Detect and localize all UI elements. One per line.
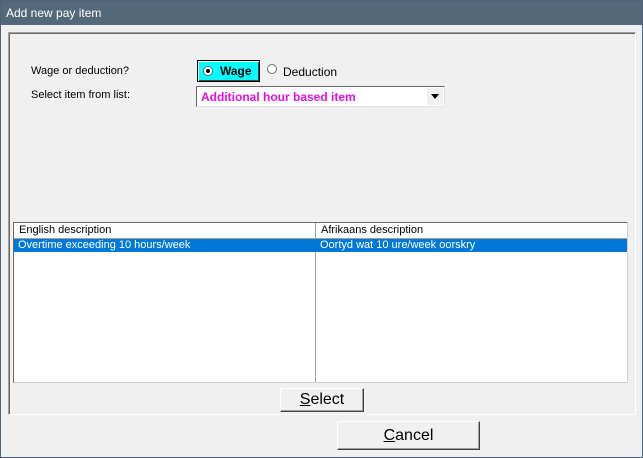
dropdown-button[interactable] <box>427 88 443 105</box>
select-label-rest: elect <box>310 391 345 408</box>
english-description-cell: Overtime exceeding 10 hours/week <box>18 239 191 251</box>
radio-checked-icon <box>203 66 213 76</box>
chevron-down-icon <box>431 94 439 99</box>
radio-unchecked-icon <box>267 64 277 74</box>
column-header-english[interactable]: English description <box>14 223 315 238</box>
list-header: English description Afrikaans descriptio… <box>14 223 627 239</box>
pay-item-selected-value: Additional hour based item <box>201 90 356 104</box>
wage-radio-label: Wage <box>220 64 252 78</box>
dialog-window: Add new pay item Wage or deduction? Sele… <box>0 0 643 458</box>
table-row[interactable]: Overtime exceeding 10 hours/week Oortyd … <box>14 239 627 252</box>
cancel-label-rest: ancel <box>395 427 434 444</box>
cancel-button[interactable]: Cancel <box>337 421 480 450</box>
cancel-mnemonic: C <box>383 427 396 444</box>
window-title: Add new pay item <box>6 6 102 20</box>
main-panel: Wage or deduction? Select item from list… <box>8 32 636 415</box>
select-button[interactable]: Select <box>280 388 364 412</box>
wage-radio[interactable]: Wage <box>197 60 260 82</box>
pay-items-list[interactable]: English description Afrikaans descriptio… <box>13 222 628 383</box>
deduction-radio-label: Deduction <box>283 65 338 79</box>
deduction-radio[interactable]: Deduction <box>266 63 346 79</box>
select-item-label: Select item from list: <box>31 89 131 101</box>
column-header-afrikaans[interactable]: Afrikaans description <box>316 223 627 238</box>
select-mnemonic: S <box>299 391 311 408</box>
pay-item-dropdown[interactable]: Additional hour based item <box>196 86 445 107</box>
wage-or-deduction-label: Wage or deduction? <box>31 65 130 77</box>
title-bar[interactable]: Add new pay item <box>1 1 642 25</box>
afrikaans-description-cell: Oortyd wat 10 ure/week oorskry <box>320 239 476 251</box>
